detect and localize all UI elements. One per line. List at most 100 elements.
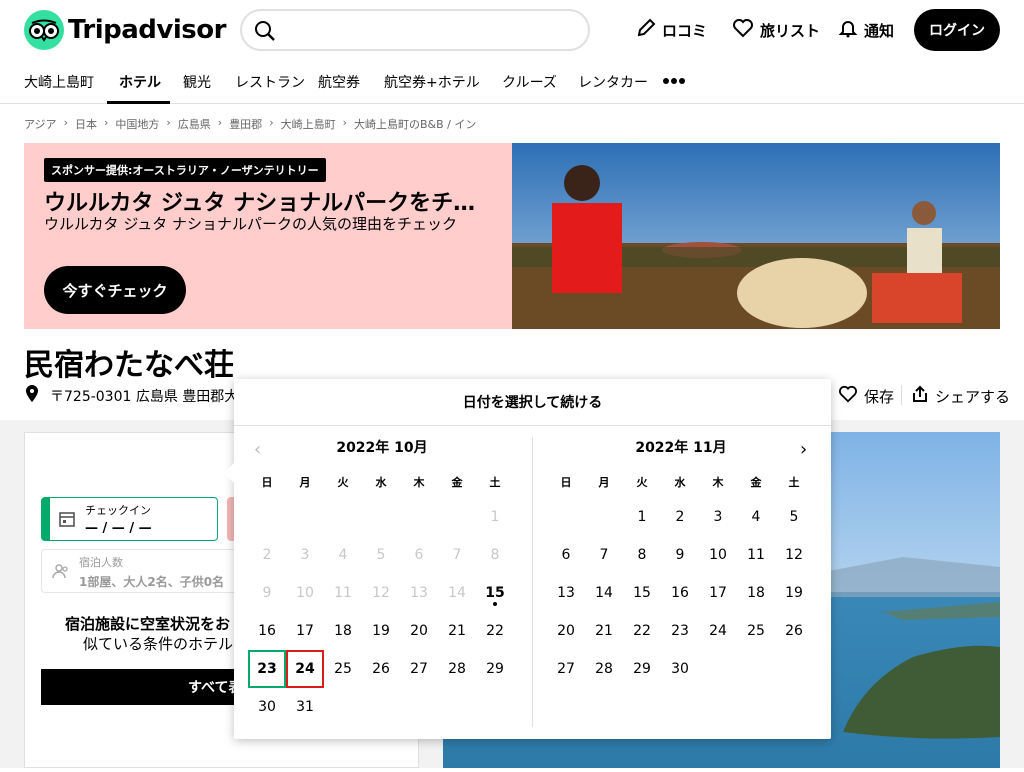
- nav-item-cruises[interactable]: クルーズ: [502, 72, 557, 92]
- calendar-day[interactable]: 23: [661, 612, 699, 650]
- breadcrumb-item[interactable]: 日本: [75, 116, 97, 132]
- heart-icon: [838, 385, 858, 407]
- nav-item-hotels[interactable]: ホテル: [119, 72, 161, 92]
- nav-item-restaurants[interactable]: レストラン: [235, 72, 305, 92]
- write-review-button[interactable]: ロコミ: [636, 18, 707, 42]
- calendar-day[interactable]: 20: [400, 612, 438, 650]
- calendar-day[interactable]: 30: [661, 650, 699, 688]
- calendar-day[interactable]: 17: [699, 574, 737, 612]
- calendar-day[interactable]: 13: [547, 574, 585, 612]
- calendar-day[interactable]: 25: [324, 650, 362, 688]
- nav-item-sightseeing[interactable]: 観光: [183, 72, 211, 92]
- logo-text: Tripadvisor: [68, 15, 226, 45]
- more-dots-icon[interactable]: [662, 70, 686, 94]
- calendar-day[interactable]: 24: [286, 650, 324, 688]
- bell-icon: [838, 18, 858, 42]
- trips-label: 旅リスト: [760, 21, 821, 40]
- calendar-day[interactable]: 4: [737, 498, 775, 536]
- banner-subtitle: ウルルカタ ジュタ ナショナルパークの人気の理由をチェック: [44, 215, 458, 233]
- calendar-day[interactable]: 30: [248, 688, 286, 726]
- calendar-day[interactable]: 12: [775, 536, 813, 574]
- search-input[interactable]: [240, 9, 590, 51]
- similar-hotels-message: 似ている条件のホテル: [83, 635, 234, 653]
- weekday-label: 金: [451, 476, 463, 489]
- calendar-day[interactable]: 26: [362, 650, 400, 688]
- calendar-day[interactable]: 23: [248, 650, 286, 688]
- calendar-day: 7: [452, 547, 462, 563]
- map-pin-icon: [24, 385, 40, 407]
- breadcrumb-item[interactable]: 豊田郡: [229, 116, 262, 132]
- calendar-day[interactable]: 25: [737, 612, 775, 650]
- tripadvisor-logo[interactable]: Tripadvisor: [24, 10, 226, 50]
- calendar-day: 2: [262, 547, 272, 563]
- calendar-day[interactable]: 15: [476, 574, 514, 612]
- nav-item-rental-cars[interactable]: レンタカー: [578, 72, 648, 92]
- prev-month-icon[interactable]: ‹: [254, 439, 261, 460]
- calendar-day[interactable]: 15: [623, 574, 661, 612]
- calendar-day[interactable]: 21: [438, 612, 476, 650]
- calendar-day[interactable]: 27: [547, 650, 585, 688]
- calendar-day[interactable]: 18: [324, 612, 362, 650]
- breadcrumb-item[interactable]: 大崎上島町のB&B / イン: [354, 116, 476, 132]
- breadcrumb-item[interactable]: アジア: [24, 116, 57, 132]
- calendar-day[interactable]: 5: [775, 498, 813, 536]
- address-text[interactable]: 〒725-0301 広島県 豊田郡大崎: [50, 386, 252, 406]
- calendar-day[interactable]: 28: [585, 650, 623, 688]
- popup-arrow: [224, 463, 234, 483]
- guests-field[interactable]: 宿泊人数 1部屋、大人2名、子供0名: [41, 549, 251, 593]
- weekday-label: 火: [636, 476, 648, 489]
- calendar-day[interactable]: 27: [400, 650, 438, 688]
- weekday-label: 月: [598, 476, 610, 489]
- calendar-day[interactable]: 29: [476, 650, 514, 688]
- calendar-day[interactable]: 18: [737, 574, 775, 612]
- calendar-day[interactable]: 9: [661, 536, 699, 574]
- calendar-day[interactable]: 16: [248, 612, 286, 650]
- calendar-day[interactable]: 17: [286, 612, 324, 650]
- save-button[interactable]: 保存: [838, 385, 894, 407]
- calendar-day[interactable]: 1: [623, 498, 661, 536]
- calendar-day[interactable]: 22: [623, 612, 661, 650]
- calendar-day[interactable]: 8: [623, 536, 661, 574]
- share-label: シェアする: [935, 387, 1011, 406]
- share-button[interactable]: シェアする: [911, 385, 1010, 407]
- calendar-day[interactable]: 26: [775, 612, 813, 650]
- weekday-label: 水: [375, 476, 387, 489]
- calendar-day[interactable]: 16: [661, 574, 699, 612]
- calendar-day[interactable]: 2: [661, 498, 699, 536]
- calendar-day[interactable]: 6: [547, 536, 585, 574]
- breadcrumb-item[interactable]: 広島県: [178, 116, 211, 132]
- banner-cta-button[interactable]: 今すぐチェック: [44, 266, 186, 314]
- notify-label: 通知: [864, 21, 895, 40]
- calendar-day[interactable]: 14: [585, 574, 623, 612]
- calendar-day[interactable]: 24: [699, 612, 737, 650]
- review-label: ロコミ: [662, 21, 708, 40]
- calendar-day[interactable]: 3: [699, 498, 737, 536]
- calendar-day[interactable]: 28: [438, 650, 476, 688]
- checkin-field[interactable]: チェックイン — / — / —: [41, 497, 218, 541]
- calendar-day[interactable]: 31: [286, 688, 324, 726]
- calendar-day[interactable]: 11: [737, 536, 775, 574]
- calendar-day[interactable]: 21: [585, 612, 623, 650]
- chevron-right-icon: ›: [269, 116, 274, 129]
- login-button[interactable]: ログイン: [914, 9, 1000, 51]
- trips-button[interactable]: 旅リスト: [732, 18, 820, 42]
- chevron-right-icon: ›: [342, 116, 347, 129]
- nav-item-town[interactable]: 大崎上島町: [24, 72, 94, 92]
- calendar-day[interactable]: 7: [585, 536, 623, 574]
- notifications-button[interactable]: 通知: [838, 18, 894, 42]
- calendar-day: 10: [296, 585, 314, 601]
- breadcrumb-item[interactable]: 大崎上島町: [281, 116, 336, 132]
- calendar-day[interactable]: 20: [547, 612, 585, 650]
- nav-item-flight-hotel[interactable]: 航空券+ホテル: [384, 72, 480, 92]
- calendar-day[interactable]: 19: [362, 612, 400, 650]
- calendar-day[interactable]: 22: [476, 612, 514, 650]
- calendar-day[interactable]: 29: [623, 650, 661, 688]
- main-nav: 大崎上島町 ホテル 観光 レストラン 航空券 航空券+ホテル クルーズ レンタカ…: [0, 60, 1024, 104]
- breadcrumb-item[interactable]: 中国地方: [115, 116, 159, 132]
- next-month-icon[interactable]: ›: [800, 439, 807, 460]
- calendar-day: 1: [490, 509, 500, 525]
- nav-item-flights[interactable]: 航空券: [318, 72, 360, 92]
- calendar-day[interactable]: 10: [699, 536, 737, 574]
- calendar-day[interactable]: 19: [775, 574, 813, 612]
- sponsored-banner[interactable]: スポンサー提供:オーストラリア・ノーザンテリトリー ウルルカタ ジュタ ナショナ…: [24, 143, 1000, 329]
